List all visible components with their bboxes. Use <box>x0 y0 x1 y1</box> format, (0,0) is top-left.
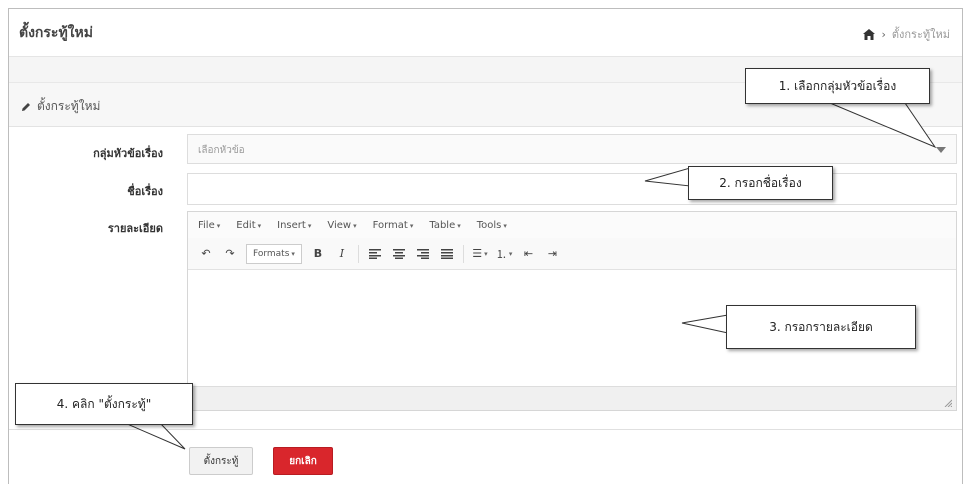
title-label: ชื่อเรื่อง <box>127 185 163 198</box>
menu-edit-label: Edit <box>236 219 256 231</box>
align-center-icon[interactable] <box>391 244 407 264</box>
page-title: ตั้งกระทู้ใหม่ <box>19 25 93 41</box>
menu-insert[interactable]: Insert ▾ <box>277 220 311 231</box>
editor-statusbar <box>188 386 956 410</box>
menu-file[interactable]: File ▾ <box>198 220 220 231</box>
annotation-callout-2: 2. กรอกชื่อเรื่อง <box>688 166 833 200</box>
breadcrumb-current: ตั้งกระทู้ใหม่ <box>891 28 950 41</box>
bold-icon[interactable]: B <box>310 244 326 264</box>
cancel-button[interactable]: ยกเลิก <box>273 447 333 475</box>
breadcrumb: › ตั้งกระทู้ใหม่ <box>863 25 950 43</box>
annotation-callout-3: 3. กรอกรายละเอียด <box>726 305 916 349</box>
align-left-icon[interactable] <box>367 244 383 264</box>
breadcrumb-separator: › <box>881 27 886 41</box>
numbered-list-icon[interactable]: ⒈ ▾ <box>496 244 513 264</box>
italic-icon[interactable]: I <box>334 244 350 264</box>
group-select-value: เลือกหัวข้อ <box>198 145 245 156</box>
align-justify-icon[interactable] <box>439 244 455 264</box>
title-input[interactable] <box>187 173 957 205</box>
align-right-icon[interactable] <box>415 244 431 264</box>
menu-view-label: View <box>327 219 352 231</box>
group-label: กลุ่มหัวข้อเรื่อง <box>93 147 163 160</box>
menu-insert-label: Insert <box>277 219 306 231</box>
menu-edit[interactable]: Edit ▾ <box>236 220 261 231</box>
group-select[interactable]: เลือกหัวข้อ <box>187 134 957 164</box>
editor-menubar: File ▾ Edit ▾ Insert ▾ View ▾ Format ▾ Table ▾… <box>188 212 956 238</box>
indent-icon[interactable]: ⇥ <box>544 244 560 264</box>
menu-file-label: File <box>198 219 215 231</box>
redo-icon[interactable]: ↷ <box>222 244 238 264</box>
panel-heading-label: ตั้งกระทู้ใหม่ <box>21 97 100 116</box>
menu-view[interactable]: View ▾ <box>327 220 356 231</box>
formats-label: Formats <box>253 248 290 259</box>
panel-heading-text: ตั้งกระทู้ใหม่ <box>37 99 101 113</box>
top-bar: ตั้งกระทู้ใหม่ › ตั้งกระทู้ใหม่ <box>9 9 962 57</box>
menu-tools-label: Tools <box>476 219 502 231</box>
menu-format-label: Format <box>372 219 408 231</box>
menu-table[interactable]: Table ▾ <box>429 220 460 231</box>
annotation-callout-4: 4. คลิก "ตั้งกระทู้" <box>15 383 193 425</box>
formats-dropdown[interactable]: Formats ▾ <box>246 243 302 264</box>
annotation-callout-1: 1. เลือกกลุ่มหัวข้อเรื่อง <box>745 68 930 104</box>
editor-toolbar: ↶ ↷ Formats ▾ B I ☰ ▾ ⒈ ▾ ⇤ ⇥ <box>188 238 956 270</box>
toolbar-separator <box>462 244 464 263</box>
chevron-down-icon[interactable] <box>936 147 946 153</box>
save-button[interactable]: ตั้งกระทู้ <box>189 447 253 475</box>
detail-label: รายละเอียด <box>107 222 163 235</box>
home-icon[interactable] <box>863 28 876 40</box>
form-divider <box>9 429 962 430</box>
undo-icon[interactable]: ↶ <box>198 244 214 264</box>
resize-icon[interactable] <box>944 399 952 407</box>
pencil-icon <box>22 102 30 111</box>
bullet-list-icon[interactable]: ☰ ▾ <box>472 244 488 264</box>
toolbar-separator <box>357 244 359 263</box>
menu-tools[interactable]: Tools ▾ <box>477 220 507 231</box>
menu-table-label: Table <box>429 219 456 231</box>
menu-format[interactable]: Format ▾ <box>373 220 414 231</box>
outdent-icon[interactable]: ⇤ <box>520 244 536 264</box>
